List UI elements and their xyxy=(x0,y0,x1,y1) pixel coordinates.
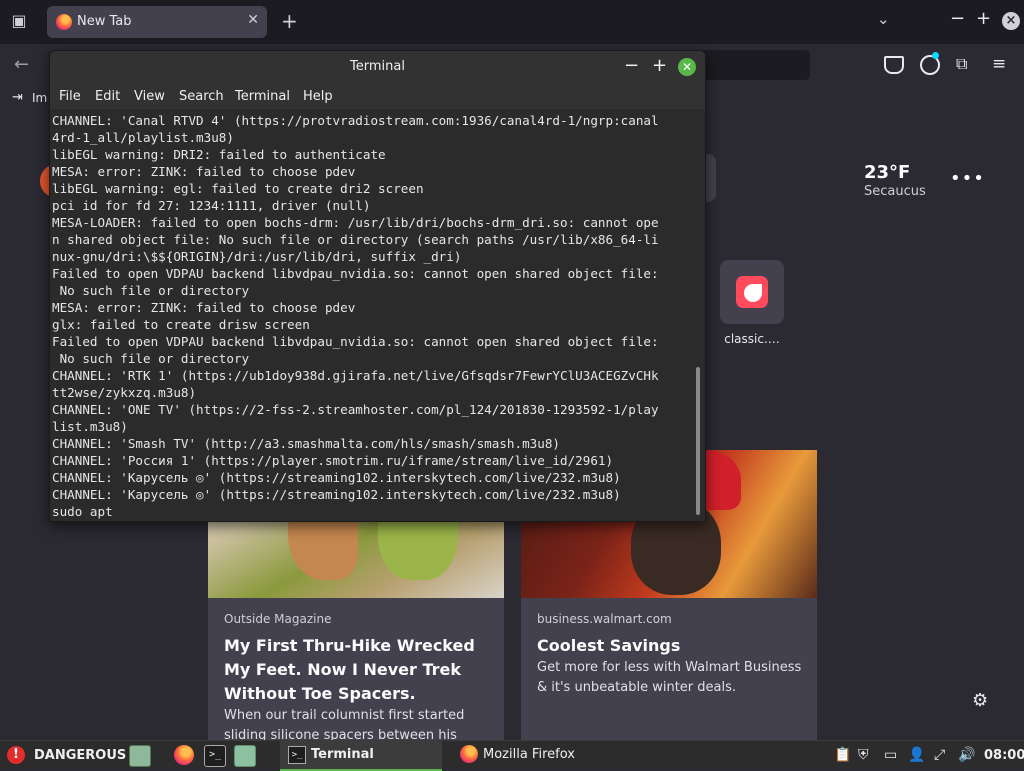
browser-tab-bar: ▣ New Tab ✕ + ⌄ − + × xyxy=(0,0,1024,44)
menu-search[interactable]: Search xyxy=(179,89,224,104)
firefox-logo-icon xyxy=(460,745,478,763)
terminal-title: Terminal xyxy=(350,59,405,74)
warning-label[interactable]: DANGEROUS xyxy=(34,748,126,763)
tab-title: New Tab xyxy=(77,14,132,29)
hamburger-menu-icon[interactable]: ≡ xyxy=(992,54,1006,74)
menu-view[interactable]: View xyxy=(134,89,165,104)
terminal-titlebar[interactable]: Terminal − + ✕ xyxy=(50,51,705,83)
chevron-down-icon[interactable]: ⌄ xyxy=(877,10,890,28)
bottom-panel: ! DANGEROUS >_ >_ Terminal Mozilla Firef… xyxy=(0,740,1024,771)
story-source: business.walmart.com xyxy=(537,612,672,626)
terminal-window: Terminal − + ✕ File Edit View Search Ter… xyxy=(49,50,706,522)
story-title[interactable]: Coolest Savings xyxy=(537,634,805,658)
import-bookmarks-label[interactable]: Im xyxy=(32,91,47,105)
task-label: Mozilla Firefox xyxy=(483,747,575,762)
plus-icon[interactable]: + xyxy=(281,9,298,33)
minimize-icon[interactable]: − xyxy=(950,8,965,29)
close-icon[interactable]: × xyxy=(1002,12,1020,30)
user-icon[interactable]: 👤 xyxy=(908,747,925,763)
clock[interactable]: 08:00 xyxy=(984,748,1024,763)
weather-temperature[interactable]: 23°F xyxy=(864,162,910,183)
story-excerpt: Get more for less with Walmart Business … xyxy=(537,660,802,695)
terminal-body[interactable]: CHANNEL: 'Canal RTVD 4' (https://protvra… xyxy=(50,109,705,521)
pocket-icon[interactable] xyxy=(884,56,904,74)
shield-icon[interactable]: ⛨ xyxy=(858,747,869,763)
menu-file[interactable]: File xyxy=(59,89,81,104)
extensions-icon[interactable]: ⧉ xyxy=(956,54,967,74)
taskbar-terminal[interactable]: >_ Terminal xyxy=(280,741,442,771)
terminal-menubar: File Edit View Search Terminal Help xyxy=(50,83,705,109)
notification-dot xyxy=(932,52,939,59)
story-title[interactable]: My First Thru-Hike Wrecked My Feet. Now … xyxy=(224,634,492,706)
warning-icon[interactable]: ! xyxy=(7,746,25,764)
terminal-scrollbar[interactable] xyxy=(696,367,700,515)
shortcut-label[interactable]: classic.… xyxy=(720,332,784,346)
menu-edit[interactable]: Edit xyxy=(95,89,120,104)
files-icon[interactable] xyxy=(234,745,256,767)
network-icon[interactable]: ⤢ xyxy=(934,747,945,763)
firefox-logo-icon xyxy=(56,14,72,30)
menu-terminal[interactable]: Terminal xyxy=(235,89,290,104)
minimize-icon[interactable]: − xyxy=(624,55,639,76)
terminal-launcher-icon[interactable]: >_ xyxy=(204,745,226,767)
back-arrow-icon[interactable]: ← xyxy=(14,54,29,75)
task-label: Terminal xyxy=(311,747,374,762)
weather-city: Secaucus xyxy=(864,184,926,199)
maximize-icon[interactable]: + xyxy=(976,8,991,29)
taskbar-firefox[interactable]: Mozilla Firefox xyxy=(452,741,612,769)
terminal-icon: >_ xyxy=(288,746,306,764)
menu-help[interactable]: Help xyxy=(303,89,333,104)
close-icon[interactable]: ✕ xyxy=(247,12,259,28)
story-source: Outside Magazine xyxy=(224,612,332,626)
settings-gear-icon[interactable]: ⚙ xyxy=(972,690,988,711)
firefox-launcher-icon[interactable] xyxy=(174,745,194,765)
volume-icon[interactable]: 🔊 xyxy=(958,747,975,763)
maximize-icon[interactable]: + xyxy=(652,55,667,76)
shortcut-logo-icon xyxy=(736,276,768,308)
more-dots-icon[interactable]: ••• xyxy=(950,168,985,189)
display-icon[interactable]: ▭ xyxy=(884,747,897,763)
close-icon[interactable]: ✕ xyxy=(678,58,696,76)
browser-tab-new-tab[interactable]: New Tab ✕ xyxy=(47,6,267,38)
import-icon[interactable]: ⇥ xyxy=(12,90,23,105)
story-excerpt: When our trail columnist first started s… xyxy=(224,708,465,740)
terminal-output[interactable]: CHANNEL: 'Canal RTVD 4' (https://protvra… xyxy=(52,112,694,520)
tab-list-icon[interactable]: ▣ xyxy=(10,12,28,30)
show-desktop-icon[interactable] xyxy=(129,745,151,767)
clipboard-icon[interactable]: 📋 xyxy=(834,747,851,763)
